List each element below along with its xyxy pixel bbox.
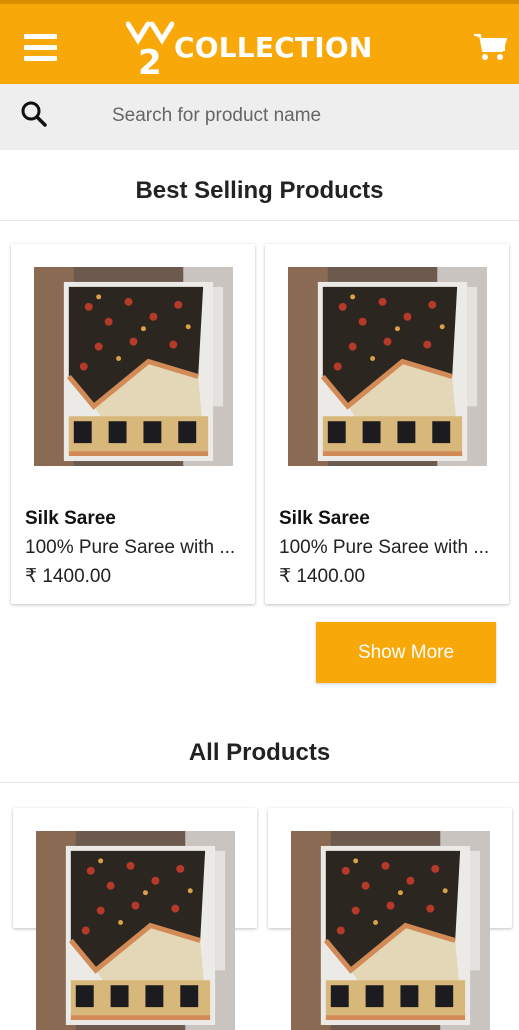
product-image[interactable]: [291, 831, 490, 1030]
search-bar: [0, 84, 519, 150]
top-bar: 2 COLLECTION: [0, 0, 519, 84]
app-logo[interactable]: 2 COLLECTION: [126, 18, 372, 78]
divider: [0, 782, 519, 783]
product-card[interactable]: [13, 808, 257, 928]
product-name: Silk Saree: [25, 508, 116, 529]
product-description: 100% Pure Saree with ...: [25, 537, 236, 558]
logo-mark-text: 2: [138, 43, 162, 78]
logo-text: COLLECTION: [174, 31, 373, 64]
cart-icon[interactable]: [473, 32, 507, 62]
product-description: 100% Pure Saree with ...: [279, 537, 490, 558]
all-products-title: All Products: [188, 739, 331, 766]
show-more-button[interactable]: Show More: [316, 622, 496, 683]
product-price: ₹ 1400.00: [279, 566, 366, 587]
product-image[interactable]: [34, 267, 233, 466]
product-name: Silk Saree: [279, 508, 370, 529]
search-input[interactable]: [100, 98, 519, 134]
best-selling-title: Best Selling Products: [135, 177, 384, 204]
product-image[interactable]: [288, 267, 487, 466]
product-image[interactable]: [36, 831, 235, 1030]
product-price: ₹ 1400.00: [25, 566, 112, 587]
divider: [0, 220, 519, 221]
product-card[interactable]: [268, 808, 512, 928]
search-icon[interactable]: [20, 100, 48, 128]
logo-mark-icon: 2: [126, 21, 174, 78]
menu-icon[interactable]: [24, 34, 57, 61]
product-card[interactable]: Silk Saree 100% Pure Saree with ... ₹ 14…: [265, 244, 509, 604]
product-card[interactable]: Silk Saree 100% Pure Saree with ... ₹ 14…: [11, 244, 255, 604]
